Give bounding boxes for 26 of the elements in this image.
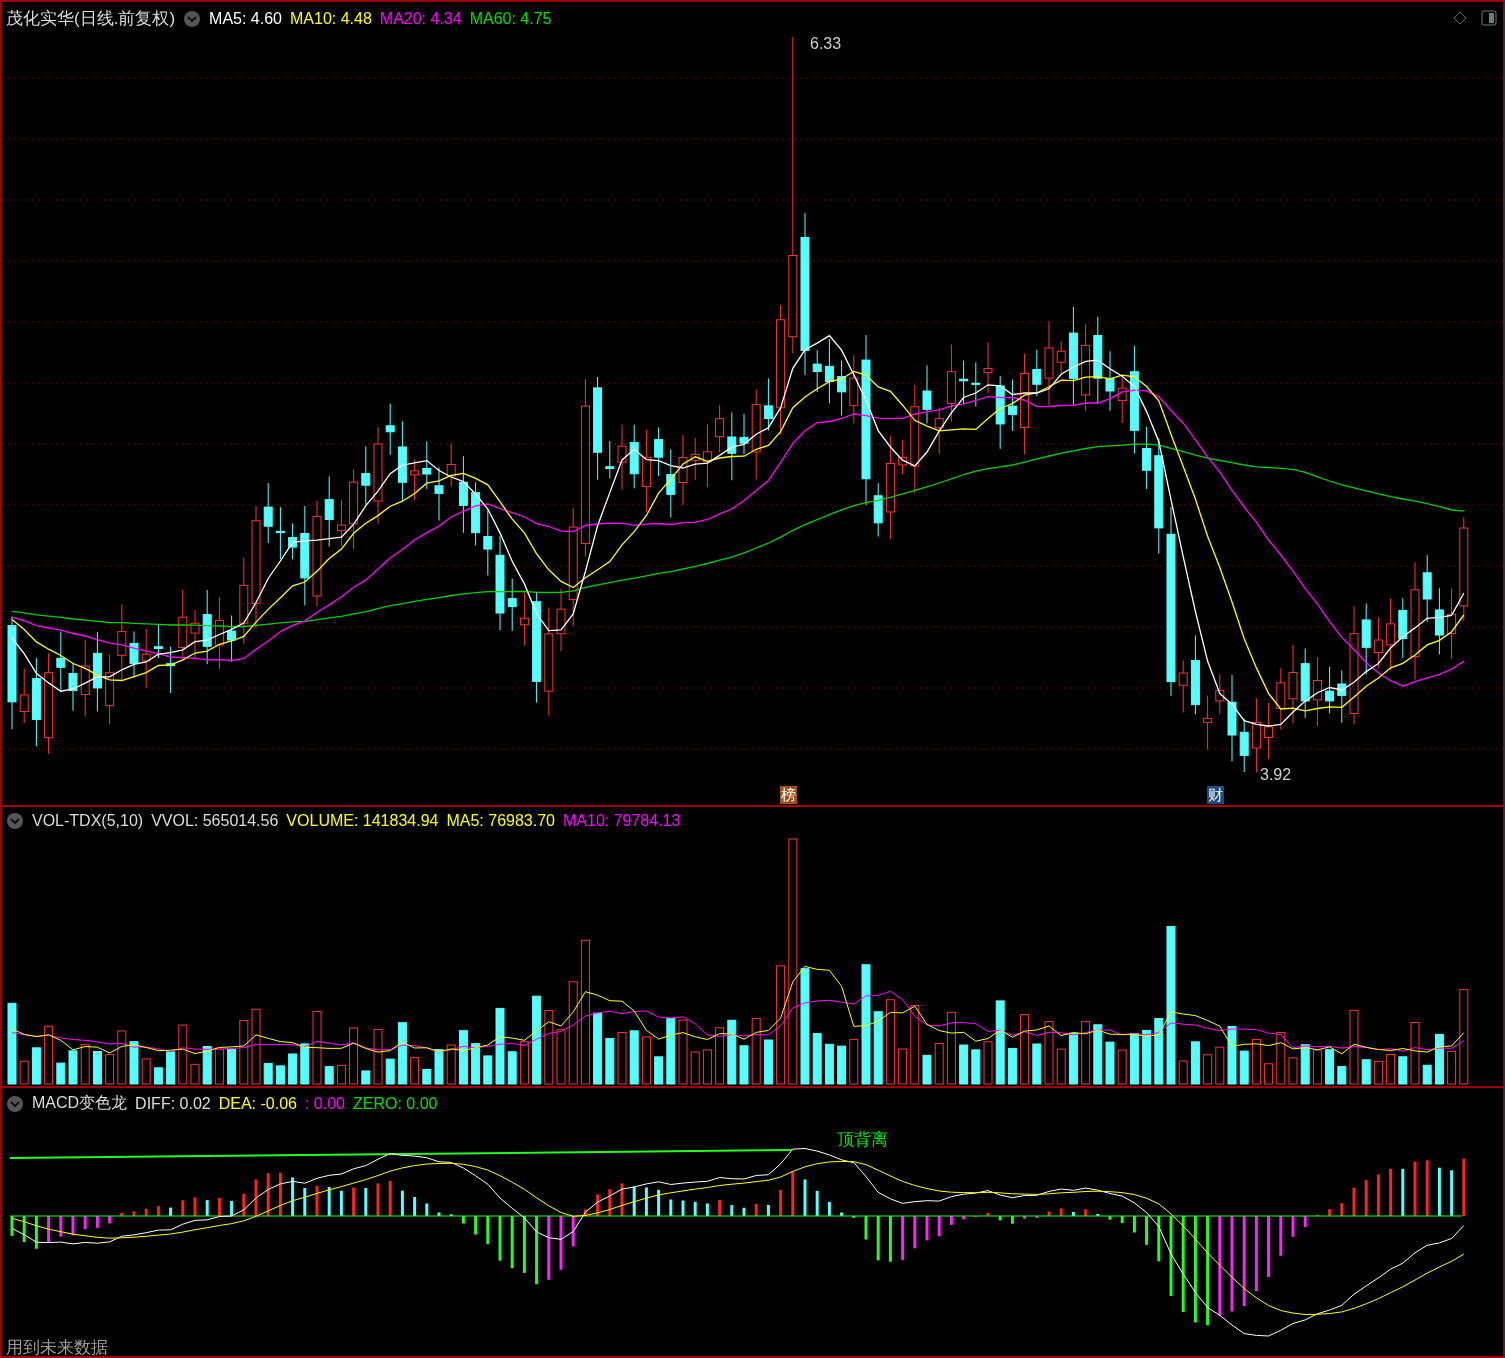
macd-indicator-value: MACD变色龙 [32,1093,128,1113]
high-price-label: 6.33 [810,35,842,53]
moving-average-value: MA5: 4.60 [209,9,282,28]
divergence-annotation: 顶背离 [837,1129,888,1151]
dropdown-icon[interactable] [6,812,24,830]
stock-title: 茂化实华(日线.前复权) [6,8,176,30]
moving-average-value: MA10: 4.48 [290,9,372,28]
dropdown-icon[interactable] [6,1094,24,1113]
low-price-label: 3.92 [1260,766,1292,784]
moving-average-value: MA20: 4.34 [379,9,462,28]
volume-indicator-value: MA10: 79784.13 [563,812,681,830]
event-badge[interactable]: 财 [1207,786,1224,804]
volume-indicator-value: VVOL: 565014.56 [151,812,279,830]
panel-toggle-icon[interactable] [1481,10,1497,26]
macd-indicator-value: DIFF: 0.02 [135,1094,211,1113]
dropdown-icon[interactable] [183,9,202,28]
macd-indicator-value: ZERO: 0.00 [353,1094,438,1113]
event-badge[interactable]: 榜 [780,786,797,804]
volume-indicator-value: VOLUME: 141834.94 [286,812,439,830]
macd-indicator-value: DEA: -0.06 [218,1094,297,1113]
volume-indicator-value: MA5: 76983.70 [446,812,555,830]
macd-indicator-value: : 0.00 [304,1094,345,1113]
future-data-notice: 用到未来数据 [6,1337,108,1358]
diamond-icon[interactable] [1453,11,1467,25]
moving-average-value: MA60: 4.75 [469,9,552,28]
volume-indicator-value: VOL-TDX(5,10) [32,812,144,830]
